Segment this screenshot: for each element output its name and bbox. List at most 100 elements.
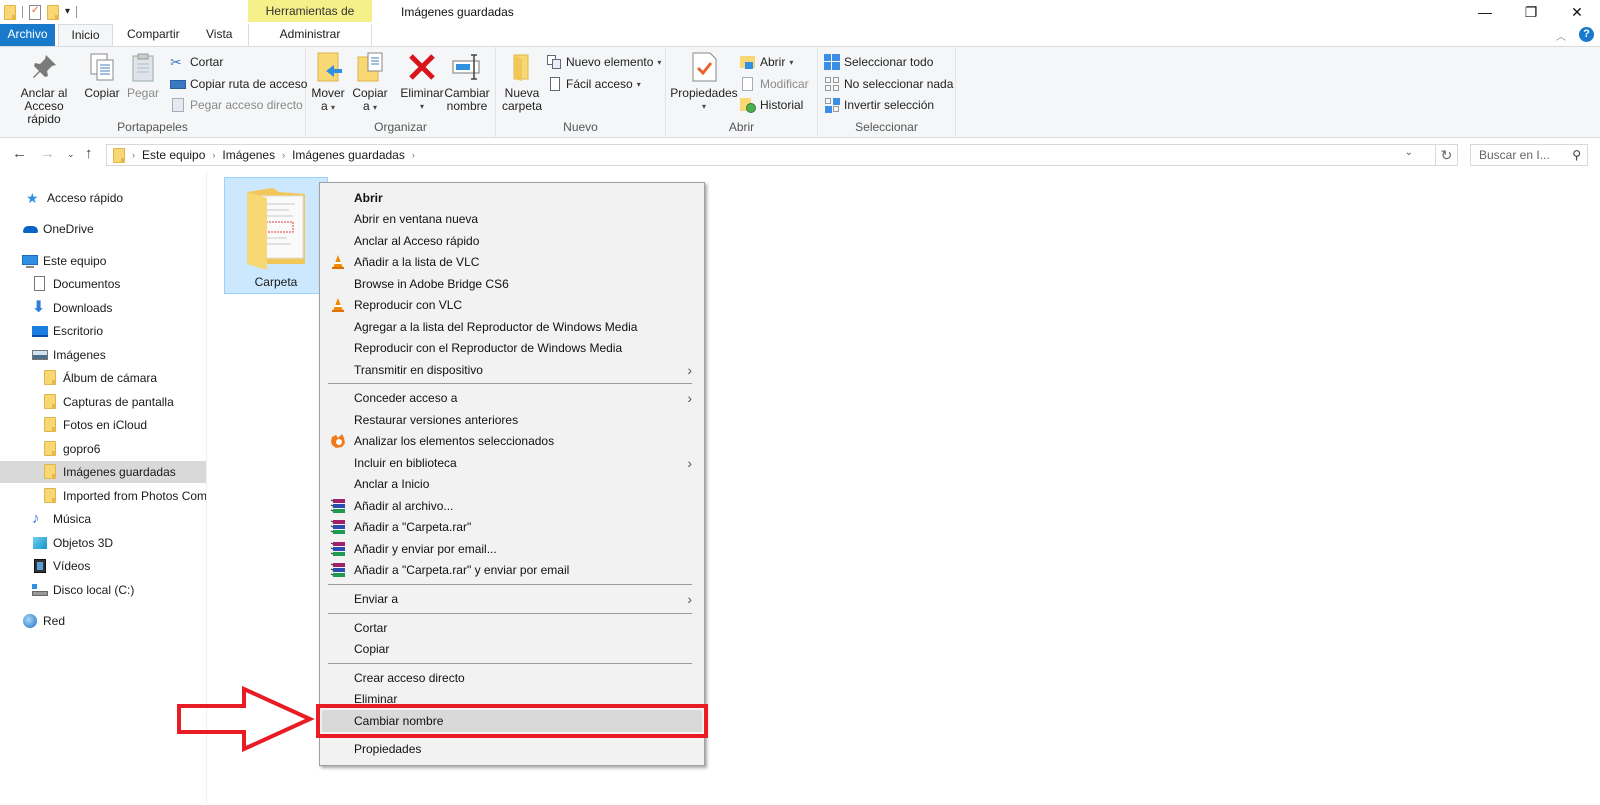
search-icon[interactable]: ⚲ xyxy=(1572,145,1581,165)
menu-item-cut[interactable]: Cortar xyxy=(322,617,702,639)
sidebar-item-network[interactable]: Red xyxy=(0,610,206,632)
paste-button[interactable]: Pegar xyxy=(126,51,160,100)
invert-selection-button[interactable]: Invertir selección xyxy=(824,96,934,114)
open-button[interactable]: Abrir ▾ xyxy=(740,53,793,71)
sidebar-item-label: Álbum de cámara xyxy=(63,371,158,385)
sidebar-item-music[interactable]: ♪ Música xyxy=(0,508,206,530)
forward-button[interactable]: → xyxy=(40,145,55,162)
sidebar-item-pictures[interactable]: Imágenes xyxy=(0,344,206,366)
cut-button[interactable]: ✂ Cortar xyxy=(170,53,223,71)
back-button[interactable]: ← xyxy=(12,145,27,162)
properties-icon[interactable] xyxy=(29,4,41,20)
menu-item-winrar-add-rar[interactable]: Añadir a "Carpeta.rar" xyxy=(322,516,702,538)
sidebar-item-this-pc[interactable]: Este equipo xyxy=(0,250,206,272)
menu-item-create-shortcut[interactable]: Crear acceso directo xyxy=(322,667,702,689)
easy-access-button[interactable]: Fácil acceso ▾ xyxy=(546,75,641,93)
collapse-ribbon-icon[interactable]: ︿ xyxy=(1556,28,1566,43)
context-menu: Abrir Abrir en ventana nueva Anclar al A… xyxy=(319,182,705,766)
recent-locations-button[interactable]: ⌄ xyxy=(67,149,75,160)
minimize-button[interactable]: — xyxy=(1462,0,1508,24)
menu-item-play-vlc[interactable]: Reproducir con VLC xyxy=(322,294,702,316)
folder-icon xyxy=(4,4,16,20)
new-folder-icon[interactable] xyxy=(47,4,59,20)
move-to-button[interactable]: Mover a ▾ xyxy=(310,51,346,114)
sidebar-item-folder[interactable]: Fotos en iCloud xyxy=(0,414,206,436)
menu-item-adobe-bridge[interactable]: Browse in Adobe Bridge CS6 xyxy=(322,273,702,295)
menu-item-open[interactable]: Abrir xyxy=(322,187,702,209)
sidebar-item-3d-objects[interactable]: Objetos 3D xyxy=(0,532,206,554)
copy-button[interactable]: Copiar xyxy=(84,51,120,100)
sidebar-item-videos[interactable]: Vídeos xyxy=(0,555,206,577)
label: Propiedades xyxy=(670,86,738,100)
pin-quick-access-button[interactable]: Anclar al Acceso rápido xyxy=(6,51,82,126)
breadcrumb-item[interactable]: Imágenes guardadas xyxy=(288,148,409,162)
menu-item-copy[interactable]: Copiar xyxy=(322,638,702,660)
customize-qat-icon[interactable]: ▾ xyxy=(65,7,70,17)
sidebar-item-local-disk[interactable]: Disco local (C:) xyxy=(0,579,206,601)
folder-icon xyxy=(42,370,58,386)
tab-manage[interactable]: Administrar xyxy=(248,24,372,46)
chevron-right-icon[interactable]: › xyxy=(129,150,138,160)
menu-item-open-new-window[interactable]: Abrir en ventana nueva xyxy=(322,208,702,230)
paste-shortcut-button[interactable]: Pegar acceso directo xyxy=(170,96,303,114)
menu-item-add-wmp-list[interactable]: Agregar a la lista del Reproductor de Wi… xyxy=(322,316,702,338)
sidebar-item-folder[interactable]: Álbum de cámara xyxy=(0,367,206,389)
edit-button[interactable]: Modificar xyxy=(740,75,809,93)
refresh-button[interactable]: ↻ xyxy=(1436,144,1458,166)
close-button[interactable]: ✕ xyxy=(1554,0,1600,24)
tab-home[interactable]: Inicio xyxy=(58,24,113,47)
menu-item-pin-start[interactable]: Anclar a Inicio xyxy=(322,473,702,495)
menu-item-winrar-email[interactable]: Añadir y enviar por email... xyxy=(322,538,702,560)
properties-button[interactable]: Propiedades ▾ xyxy=(670,51,738,113)
copy-path-button[interactable]: Copiar ruta de acceso xyxy=(170,75,307,93)
menu-item-restore-versions[interactable]: Restaurar versiones anteriores xyxy=(322,409,702,431)
sidebar-item-folder[interactable]: Imported from Photos Com xyxy=(0,485,206,507)
copy-to-button[interactable]: Copiar a ▾ xyxy=(350,51,390,114)
sidebar-item-label: Acceso rápido xyxy=(47,191,124,205)
restore-button[interactable]: ❐ xyxy=(1508,0,1554,24)
help-icon[interactable]: ? xyxy=(1579,27,1594,42)
delete-button[interactable]: Eliminar ▾ xyxy=(400,51,444,113)
new-folder-button[interactable]: Nueva carpeta xyxy=(500,51,544,113)
sidebar-item-documents[interactable]: Documentos xyxy=(0,273,206,295)
chevron-right-icon[interactable]: › xyxy=(279,150,288,160)
select-all-button[interactable]: Seleccionar todo xyxy=(824,53,933,71)
menu-item-winrar-add-archive[interactable]: Añadir al archivo... xyxy=(322,495,702,517)
chevron-right-icon[interactable]: › xyxy=(409,150,418,160)
sidebar-item-folder[interactable]: gopro6 xyxy=(0,438,206,460)
menu-item-pin-quick-access[interactable]: Anclar al Acceso rápido xyxy=(322,230,702,252)
tab-view[interactable]: Vista xyxy=(196,24,242,46)
new-item-button[interactable]: Nuevo elemento ▾ xyxy=(546,53,661,71)
menu-item-include-library[interactable]: Incluir en biblioteca › xyxy=(322,452,702,474)
chevron-right-icon[interactable]: › xyxy=(209,150,218,160)
menu-item-winrar-rar-email[interactable]: Añadir a "Carpeta.rar" y enviar por emai… xyxy=(322,559,702,581)
up-button[interactable]: ↑ xyxy=(85,145,93,162)
menu-item-play-wmp[interactable]: Reproducir con el Reproductor de Windows… xyxy=(322,337,702,359)
breadcrumb-item[interactable]: Este equipo xyxy=(138,148,209,162)
sidebar-item-onedrive[interactable]: OneDrive xyxy=(0,218,206,240)
rename-button[interactable]: Cambiar nombre xyxy=(444,51,490,113)
sidebar-item-quick-access[interactable]: ★ Acceso rápido xyxy=(0,187,206,209)
menu-item-send-to[interactable]: Enviar a › xyxy=(322,588,702,610)
rename-icon xyxy=(452,54,480,80)
sidebar-item-desktop[interactable]: Escritorio xyxy=(0,320,206,342)
tab-file[interactable]: Archivo xyxy=(0,24,55,46)
sidebar-item-downloads[interactable]: ⬇ Downloads xyxy=(0,297,206,319)
breadcrumb-item[interactable]: Imágenes xyxy=(218,148,279,162)
tab-share[interactable]: Compartir xyxy=(117,24,190,46)
menu-item-properties[interactable]: Propiedades xyxy=(322,738,702,760)
menu-item-give-access[interactable]: Conceder acceso a › xyxy=(322,387,702,409)
menu-item-avast-scan[interactable]: Analizar los elementos seleccionados xyxy=(322,430,702,452)
search-input[interactable]: Buscar en I... ⚲ xyxy=(1470,144,1588,166)
group-new: Nueva carpeta Nuevo elemento ▾ Fácil acc… xyxy=(496,47,666,137)
sidebar-item-folder-selected[interactable]: Imágenes guardadas xyxy=(0,461,206,483)
menu-item-cast-to-device[interactable]: Transmitir en dispositivo › xyxy=(322,359,702,381)
history-button[interactable]: Historial xyxy=(740,96,803,114)
address-bar[interactable]: › Este equipo › Imágenes › Imágenes guar… xyxy=(106,144,1436,166)
address-history-dropdown[interactable]: ⌄ xyxy=(1405,147,1413,158)
sidebar-item-folder[interactable]: Capturas de pantalla xyxy=(0,391,206,413)
folder-item-selected[interactable]: Carpeta xyxy=(224,177,328,294)
chevron-right-icon: › xyxy=(687,455,692,471)
select-none-button[interactable]: No seleccionar nada xyxy=(824,75,953,93)
menu-item-add-vlc-playlist[interactable]: Añadir a la lista de VLC xyxy=(322,251,702,273)
